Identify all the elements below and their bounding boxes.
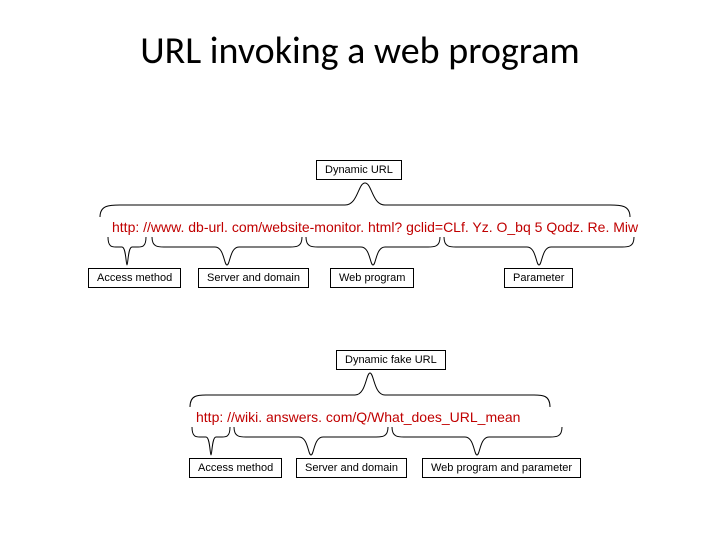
bracket-server-1 xyxy=(152,237,302,265)
label-web-program-parameter-2: Web program and parameter xyxy=(422,458,581,478)
url-text-2: http: //wiki. answers. com/Q/What_does_U… xyxy=(196,409,520,425)
label-server-domain-1: Server and domain xyxy=(198,268,309,288)
label-server-domain-2: Server and domain xyxy=(296,458,407,478)
label-parameter-1: Parameter xyxy=(504,268,573,288)
bracket-web-1 xyxy=(306,237,440,265)
bracket-web-2 xyxy=(392,427,562,455)
bracket-param-1 xyxy=(444,237,634,265)
bracket-top-2 xyxy=(190,373,550,407)
bracket-top-1 xyxy=(100,183,630,217)
bracket-access-1 xyxy=(108,237,146,265)
label-access-method-2: Access method xyxy=(189,458,282,478)
label-access-method-1: Access method xyxy=(88,268,181,288)
url-text-1: http: //www. db-url. com/website-monitor… xyxy=(112,219,638,235)
label-dynamic-url-1: Dynamic URL xyxy=(316,160,402,180)
bracket-access-2 xyxy=(192,427,230,455)
slide-title: URL invoking a web program xyxy=(0,28,720,74)
bracket-server-2 xyxy=(234,427,388,455)
label-web-program-1: Web program xyxy=(330,268,414,288)
label-dynamic-url-2: Dynamic fake URL xyxy=(336,350,446,370)
